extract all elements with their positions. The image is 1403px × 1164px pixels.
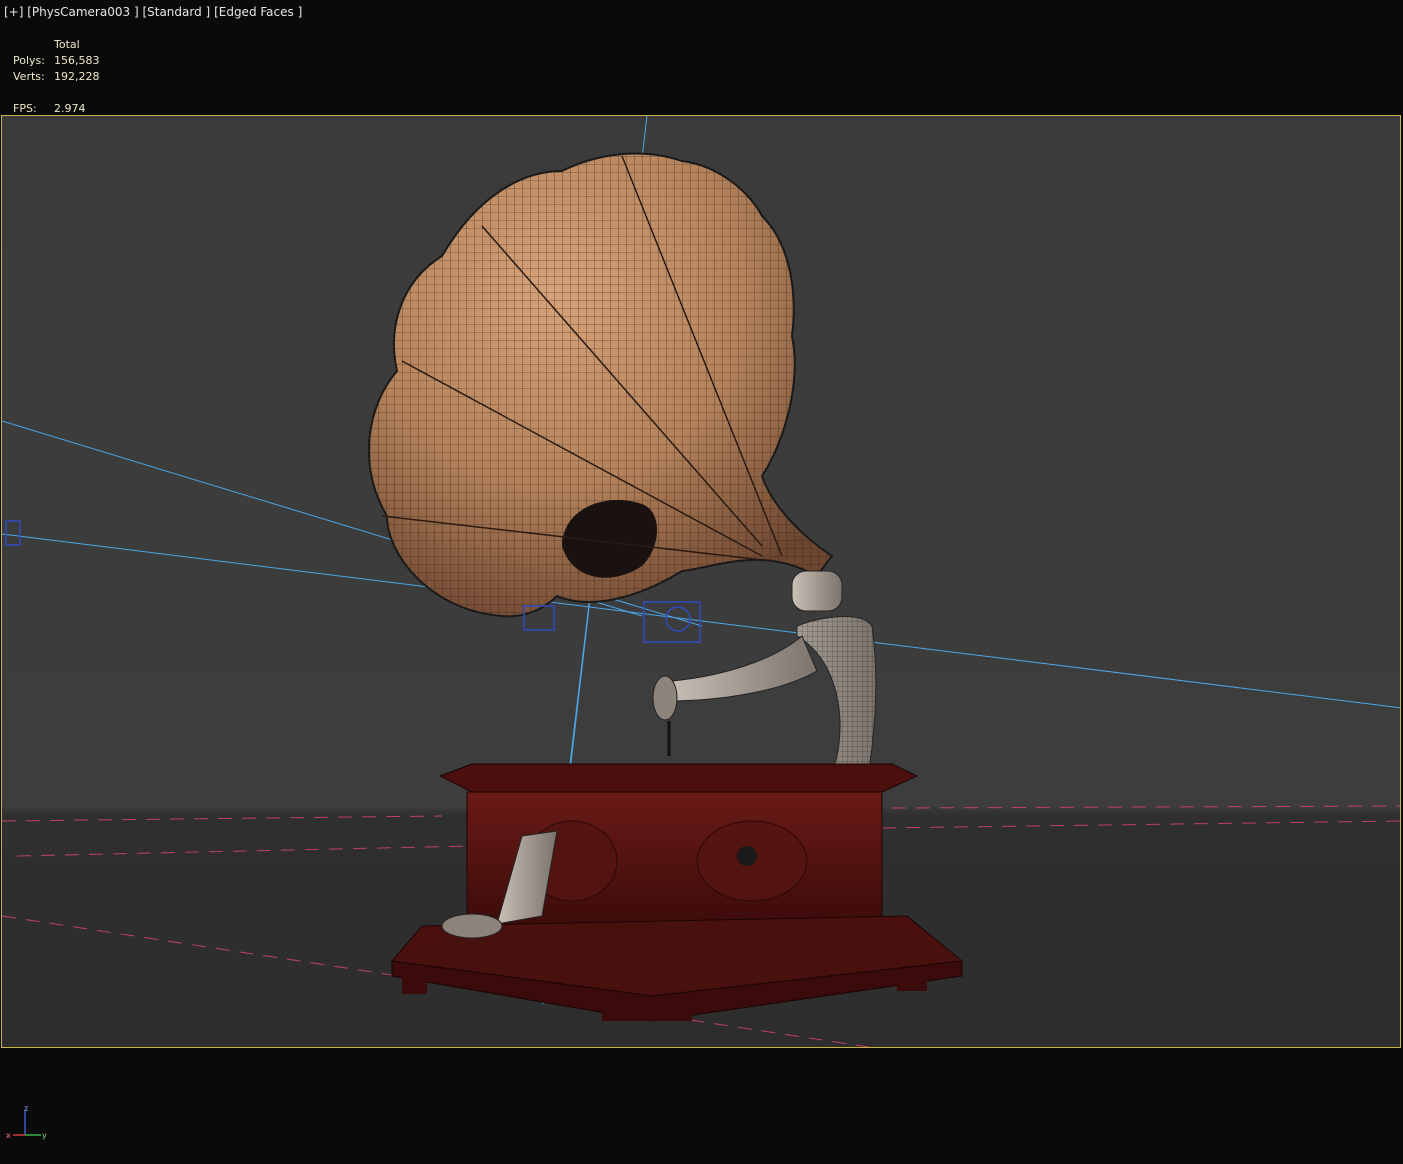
polys-value: 156,583 (54, 54, 100, 67)
axis-y-label: y (42, 1131, 47, 1140)
verts-label: Verts: (13, 70, 45, 83)
axis-x-label: x (6, 1131, 11, 1140)
viewport-menu-plus[interactable]: [+] (4, 5, 23, 19)
verts-value: 192,228 (54, 70, 100, 83)
stats-verts-row: Verts: 192,228 (13, 69, 100, 85)
polys-label: Polys: (13, 54, 45, 67)
gramophone-horn (367, 152, 834, 618)
viewport-display-mode-menu[interactable]: [Edged Faces ] (214, 5, 302, 19)
viewport-label: [+] [PhysCamera003 ] [Standard ] [Edged … (4, 5, 302, 19)
viewport-camera-menu[interactable]: [PhysCamera003 ] (27, 5, 138, 19)
stats-header: Total (54, 38, 80, 51)
viewport-scene[interactable] (2, 116, 1401, 1048)
stats-polys-row: Polys: 156,583 (13, 53, 100, 69)
axis-z-label: z (24, 1105, 28, 1113)
gramophone-base (391, 763, 964, 1022)
viewport-statistics: Total Polys: 156,583 Verts: 192,228 FPS:… (13, 37, 100, 117)
camera-safe-frame[interactable] (1, 115, 1401, 1048)
viewport-shading-menu[interactable]: [Standard ] (142, 5, 210, 19)
axis-tripod-gizmo: z y x (6, 1105, 47, 1140)
